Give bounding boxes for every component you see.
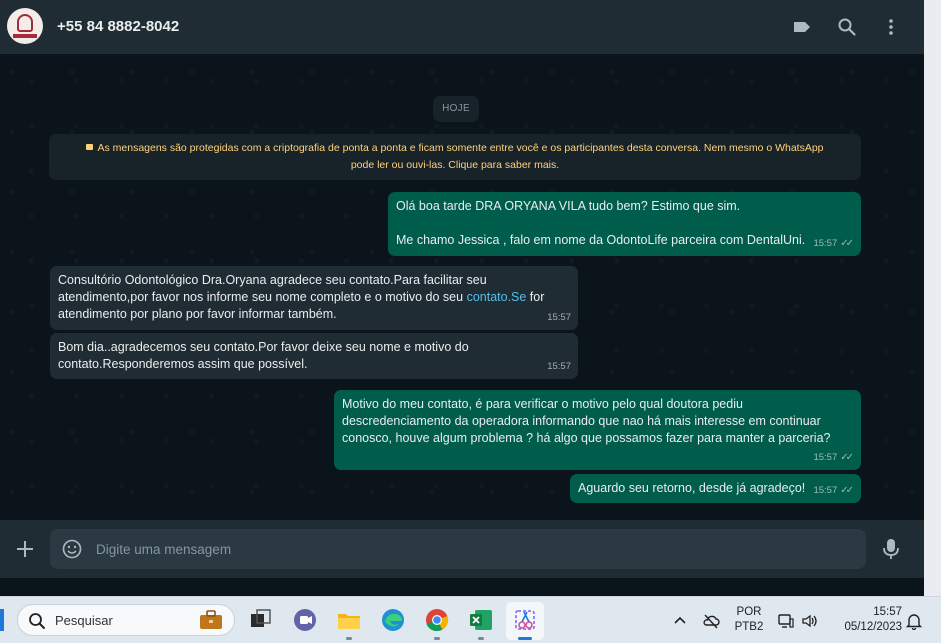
taskbar-search[interactable]: Pesquisar xyxy=(17,604,235,636)
message-time: 15:57 xyxy=(547,312,571,323)
message-list[interactable]: HOJE As mensagens são protegidas com a c… xyxy=(0,54,924,520)
encryption-notice[interactable]: As mensagens são protegidas com a cripto… xyxy=(49,134,861,180)
window-edge xyxy=(924,0,941,596)
language-indicator[interactable]: POR PTB2 xyxy=(733,605,765,635)
message-time: 15:57 xyxy=(813,238,838,249)
message-outgoing[interactable]: Motivo do meu contato, é para verificar … xyxy=(334,390,861,470)
chat-header: +55 84 8882-8042 xyxy=(0,0,924,54)
day-separator: HOJE xyxy=(433,96,479,122)
contact-avatar[interactable] xyxy=(7,8,43,44)
attach-plus-icon[interactable] xyxy=(15,539,35,559)
message-outgoing[interactable]: Aguardo seu retorno, desde já agradeço! … xyxy=(570,474,861,503)
windows-taskbar: Pesquisar POR PTB2 15:57 05/12/2023 xyxy=(0,596,941,643)
search-icon xyxy=(29,613,45,629)
search-label: Pesquisar xyxy=(55,613,113,628)
read-ticks-icon: ✓✓ xyxy=(840,452,854,463)
read-ticks-icon: ✓✓ xyxy=(840,238,854,249)
excel-icon[interactable] xyxy=(467,606,495,634)
snipping-tool-icon[interactable] xyxy=(511,606,539,634)
message-time: 15:57 xyxy=(547,361,571,372)
search-icon[interactable] xyxy=(837,17,857,37)
message-incoming[interactable]: Bom dia..agradecemos seu contato.Por fav… xyxy=(50,333,578,379)
read-ticks-icon: ✓✓ xyxy=(840,485,854,496)
label-icon[interactable] xyxy=(792,17,812,37)
cloud-offline-icon[interactable] xyxy=(702,612,720,630)
message-incoming[interactable]: Consultório Odontológico Dra.Oryana agra… xyxy=(50,266,578,330)
message-link[interactable]: contato.Se xyxy=(467,290,527,304)
network-icon[interactable] xyxy=(777,612,795,630)
teams-icon[interactable] xyxy=(291,606,319,634)
message-time: 15:57 xyxy=(813,485,838,496)
message-time: 15:57 xyxy=(813,452,838,463)
menu-icon[interactable] xyxy=(881,17,901,37)
chevron-up-icon[interactable] xyxy=(671,612,689,630)
message-composer xyxy=(0,520,924,578)
task-view-icon[interactable] xyxy=(247,606,275,634)
message-outgoing[interactable]: Olá boa tarde DRA ORYANA VILA tudo bem? … xyxy=(388,192,861,256)
message-input[interactable] xyxy=(96,529,856,569)
chrome-icon[interactable] xyxy=(423,606,451,634)
edge-icon[interactable] xyxy=(379,606,407,634)
lock-icon xyxy=(86,144,94,150)
notification-bell-icon[interactable] xyxy=(905,612,923,630)
emoji-icon[interactable] xyxy=(62,539,82,559)
file-explorer-icon[interactable] xyxy=(335,606,363,634)
contact-name[interactable]: +55 84 8882-8042 xyxy=(57,18,179,35)
volume-icon[interactable] xyxy=(801,612,819,630)
avatar-logo-icon xyxy=(17,14,33,32)
whatsapp-window: +55 84 8882-8042 HOJE As mensagens são p… xyxy=(0,0,924,578)
microphone-icon[interactable] xyxy=(882,538,900,560)
clock[interactable]: 15:57 05/12/2023 xyxy=(832,605,902,635)
message-input-box[interactable] xyxy=(50,529,866,569)
briefcase-icon xyxy=(200,610,222,629)
start-edge[interactable] xyxy=(0,609,4,631)
